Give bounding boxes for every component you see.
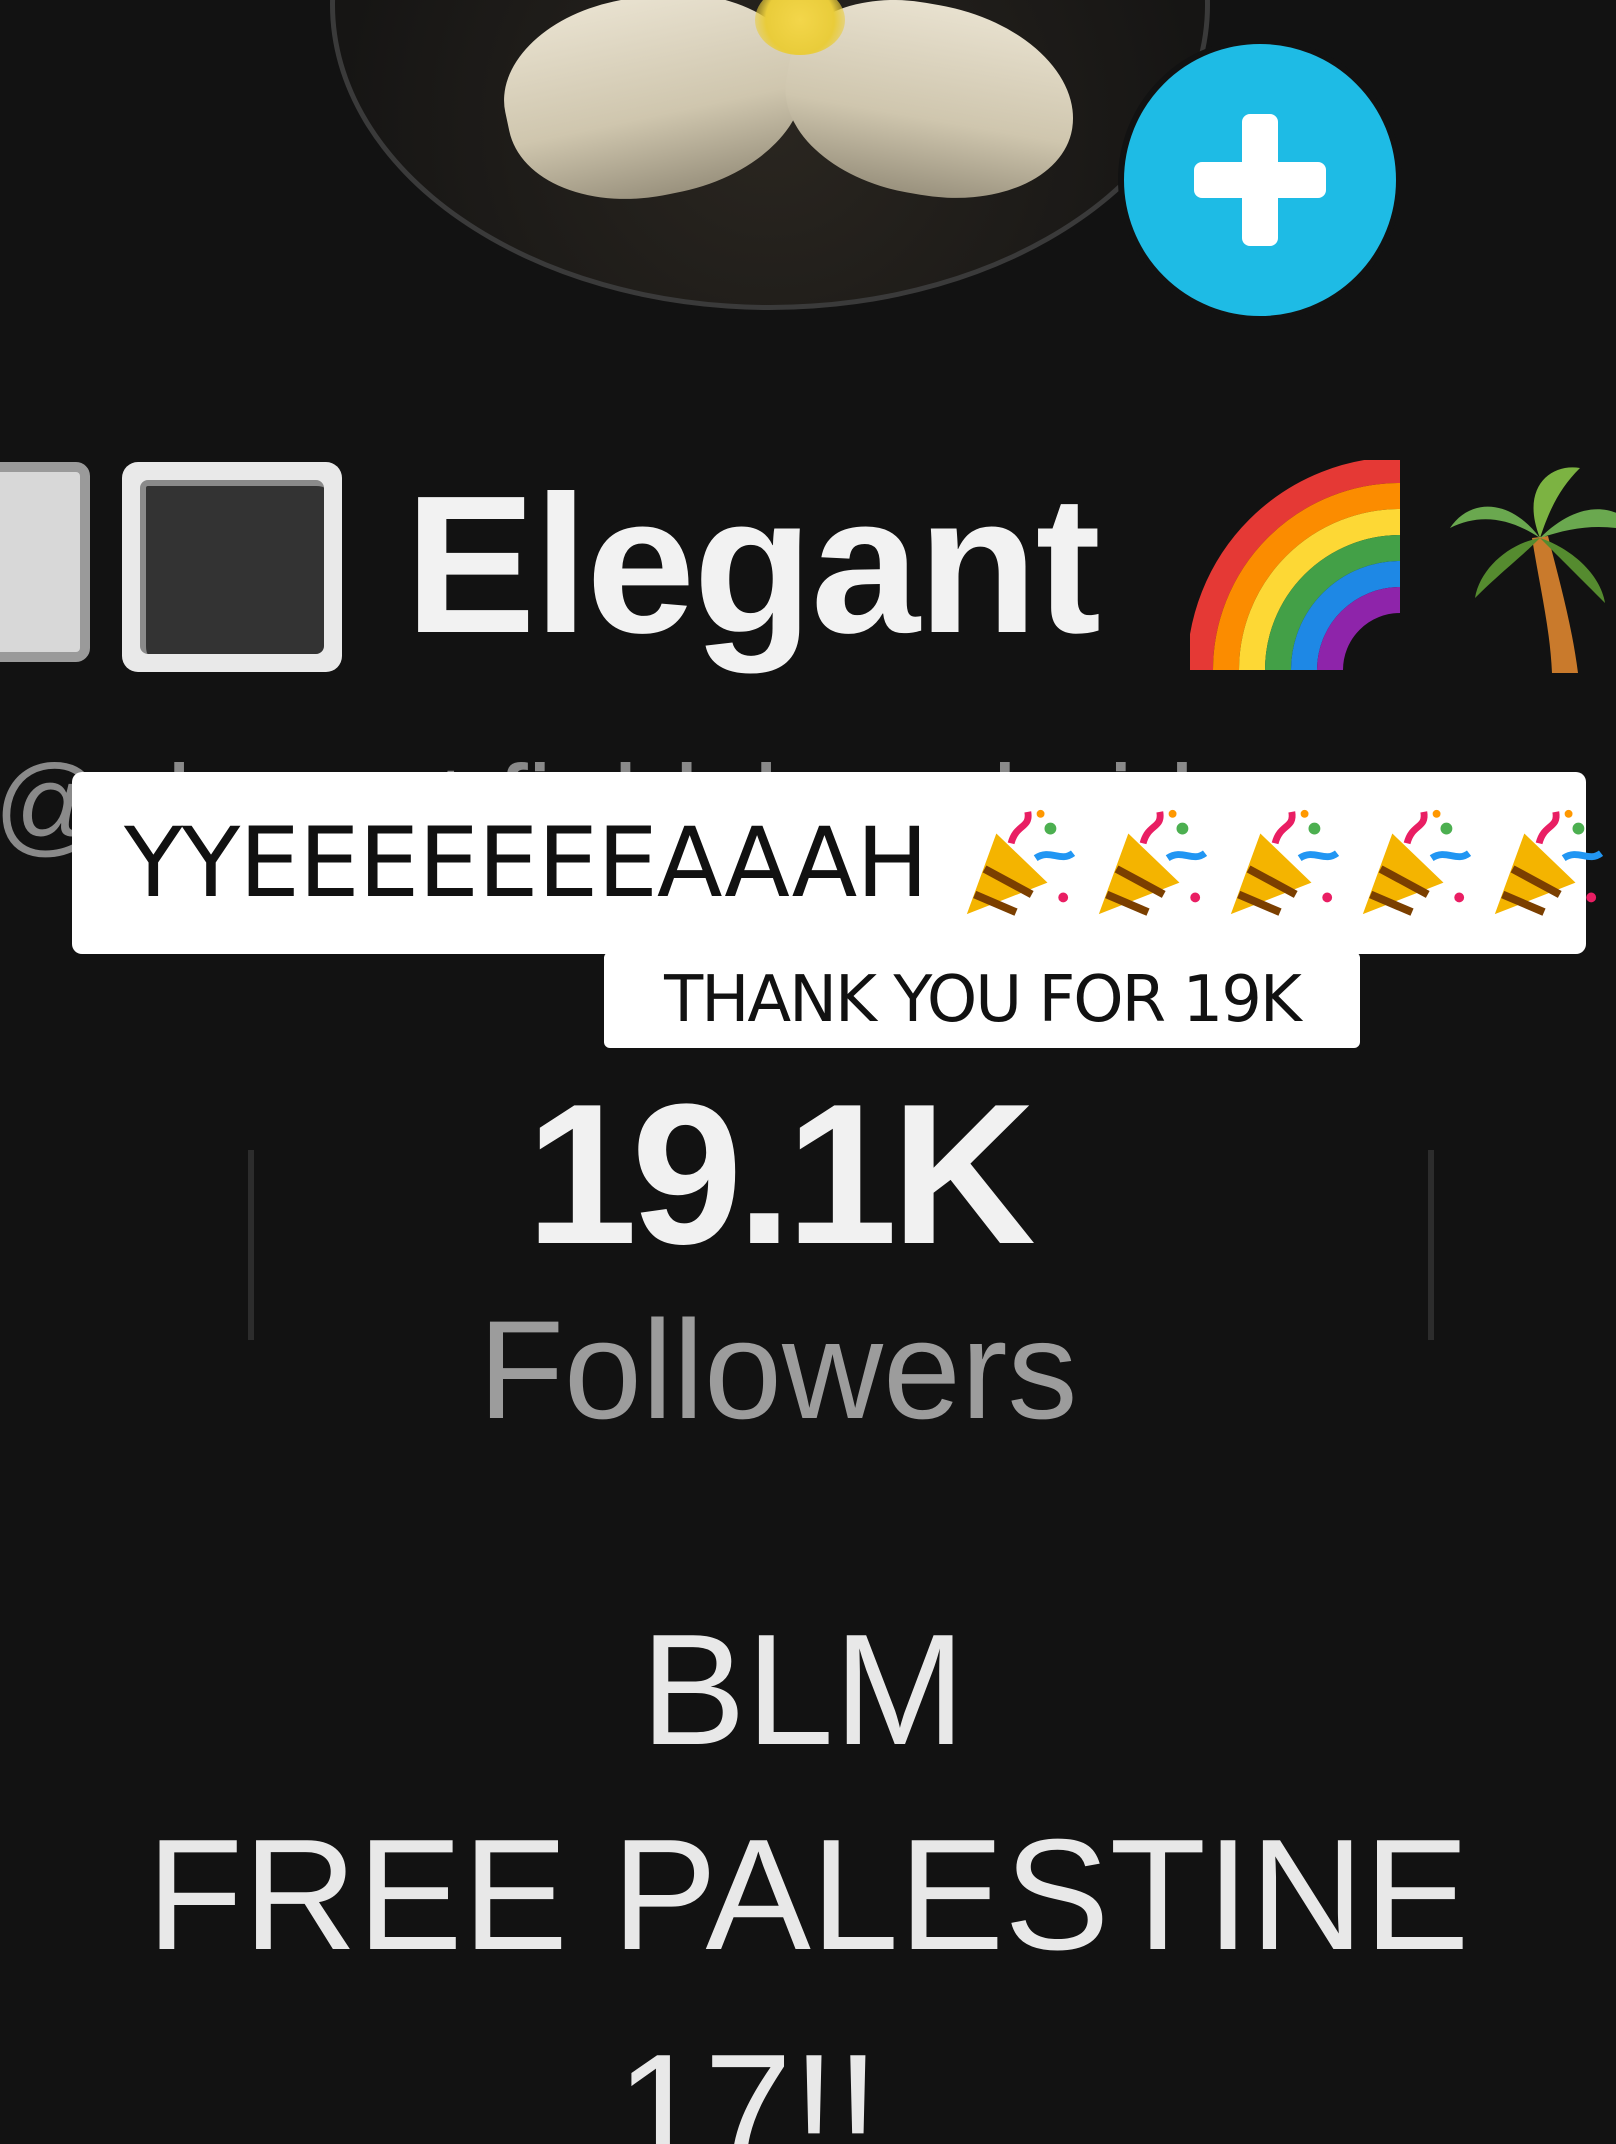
bio-line: FREE PALESTINE [146,1807,1470,1983]
party-popper-emoji [1495,809,1604,916]
display-name-row: Elegant [0,450,1616,680]
caption-text-2: THANK YOU FOR 19K [664,963,1302,1037]
party-popper-emojis [957,804,1604,922]
party-popper-emoji [1099,809,1208,916]
party-popper-emoji [1363,809,1472,916]
bio-line: 17!! [616,2022,880,2144]
rainbow-emoji [1190,460,1400,670]
caption-overlay: YYEEEEEEEAAAH [72,772,1604,954]
black-square-emoji [122,462,342,672]
display-name: Elegant [405,455,1101,674]
bio-line: BLM [640,1602,966,1778]
caption-text: YYEEEEEEEAAAH [124,807,928,919]
white-square-emoji [0,462,90,662]
palm-tree-emoji [1440,458,1616,678]
profile-screen: Elegant @elegant.fieldsbeachside [0,0,1616,2144]
avatar[interactable] [330,0,1210,310]
party-popper-emoji [1231,809,1340,916]
party-popper-emoji [967,809,1076,916]
follow-button[interactable] [1118,38,1402,322]
followers-label[interactable]: Followers [0,1290,1616,1450]
followers-count[interactable]: 19.1K [0,1065,1616,1285]
caption-overlay-2: THANK YOU FOR 19K [604,952,1360,1048]
